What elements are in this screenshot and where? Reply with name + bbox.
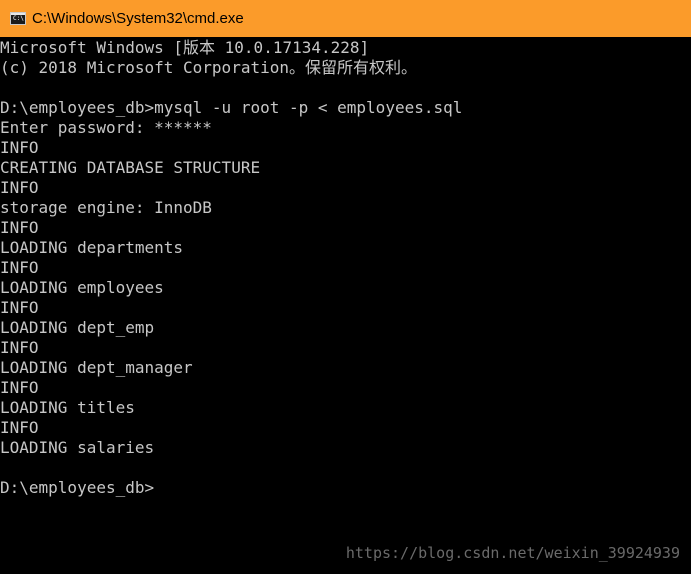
title-bar[interactable]: C:\ C:\Windows\System32\cmd.exe [0,0,691,37]
console-line: INFO [0,178,39,197]
console-line: LOADING salaries [0,438,155,457]
console-line: LOADING dept_manager [0,358,193,377]
console-line: LOADING dept_emp [0,318,155,337]
console-line: Microsoft Windows [版本 10.0.17134.228] [0,38,370,57]
console-line: (c) 2018 Microsoft Corporation。保留所有权利。 [0,58,417,77]
cmd-icon[interactable]: C:\ [10,12,26,25]
console-line: storage engine: InnoDB [0,198,212,217]
cmd-icon-glyph: C:\ [13,15,24,22]
console-line: INFO [0,138,39,157]
console-line: LOADING employees [0,278,164,297]
console-line: D:\employees_db>mysql -u root -p < emplo… [0,98,463,117]
console-line: INFO [0,298,39,317]
console-line: INFO [0,218,39,237]
console-line: LOADING titles [0,398,135,417]
console-line: CREATING DATABASE STRUCTURE [0,158,261,177]
window-title: C:\Windows\System32\cmd.exe [32,10,244,27]
cmd-window: C:\ C:\Windows\System32\cmd.exe Microsof… [0,0,691,574]
console-line: INFO [0,378,39,397]
console-output[interactable]: Microsoft Windows [版本 10.0.17134.228] (c)… [0,38,691,574]
console-line: LOADING departments [0,238,184,257]
console-line: INFO [0,418,39,437]
console-line: INFO [0,258,39,277]
watermark-text: https://blog.csdn.net/weixin_39924939 [345,544,680,562]
console-line: D:\employees_db> [0,478,155,497]
console-line: INFO [0,338,39,357]
console-line: Enter password: ****** [0,118,212,137]
